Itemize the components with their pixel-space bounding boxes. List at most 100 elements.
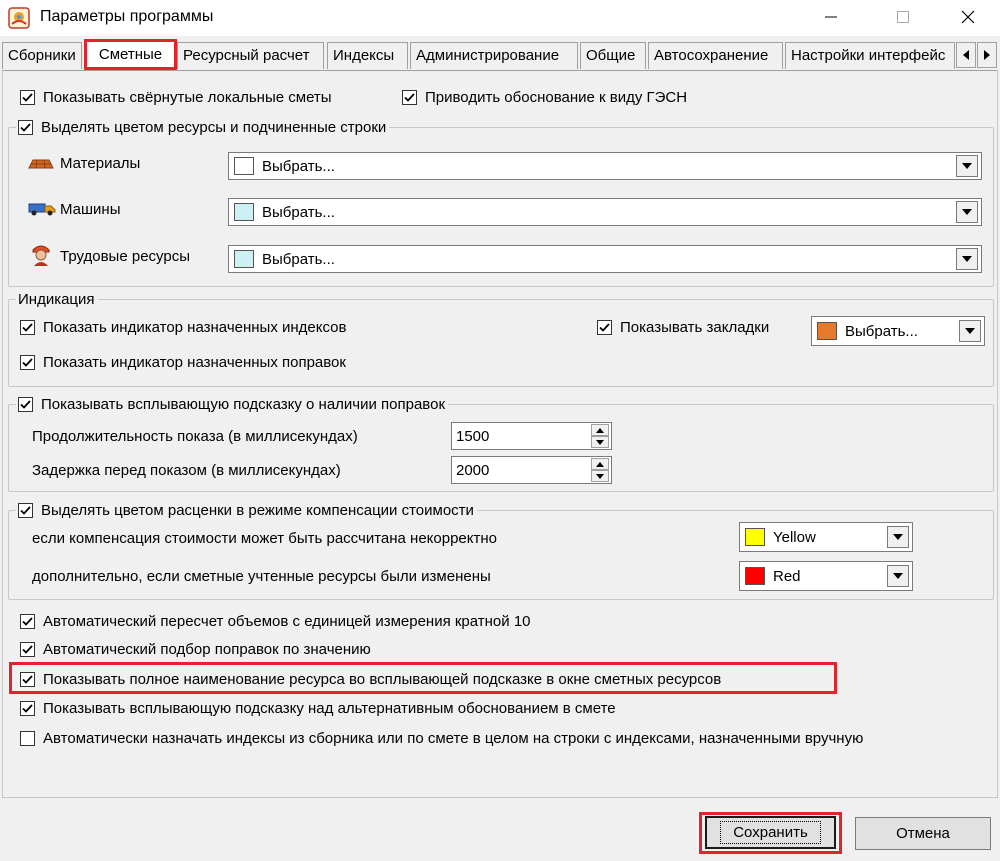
compensation-group-title[interactable]: Выделять цветом расценки в режиме компен… (16, 499, 477, 521)
cancel-button[interactable]: Отмена (855, 817, 991, 850)
tooltip-checkbox[interactable] (18, 396, 33, 412)
auto-corrections-option[interactable]: Автоматический подбор поправок по значен… (20, 638, 371, 660)
close-button[interactable] (945, 0, 991, 34)
changed-dropdown-button[interactable] (887, 565, 909, 587)
changed-combo-value: Red (773, 567, 801, 585)
triangle-left-icon (963, 50, 969, 60)
duration-spin-buttons[interactable] (591, 424, 609, 448)
corrections-indicator-option[interactable]: Показать индикатор назначенных поправок (20, 351, 346, 373)
delay-spinner[interactable]: 2000 (451, 456, 612, 484)
compensation-group-label: Выделять цветом расценки в режиме компен… (41, 501, 474, 519)
bookmarks-dropdown-button[interactable] (959, 320, 981, 342)
show-collapsed-label: Показывать свёрнутые локальные сметы (43, 88, 332, 106)
spin-down-button[interactable] (591, 470, 609, 482)
checkmark-icon (22, 357, 33, 367)
gesn-label: Приводить обоснование к виду ГЭСН (425, 88, 688, 106)
tooltip-group-title[interactable]: Показывать всплывающую подсказку о налич… (16, 393, 449, 415)
incorrect-color-combo[interactable]: Yellow (739, 522, 913, 552)
bookmarks-label: Показывать закладки (620, 318, 770, 336)
chevron-down-icon (962, 209, 972, 215)
auto-corrections-checkbox[interactable] (20, 641, 35, 657)
machines-dropdown-button[interactable] (956, 201, 978, 223)
yellow-swatch (745, 528, 765, 546)
incorrect-dropdown-button[interactable] (887, 526, 909, 548)
indication-group-title: Индикация (16, 288, 98, 310)
truck-icon (28, 200, 56, 220)
alt-tooltip-checkbox[interactable] (20, 700, 35, 716)
indexes-indicator-checkbox[interactable] (20, 319, 35, 335)
tab-estimates[interactable]: Сметные (84, 39, 177, 70)
incorrect-combo-value: Yellow (773, 528, 816, 546)
tab-indexes[interactable]: Индексы (327, 42, 408, 69)
gesn-checkbox[interactable] (402, 89, 417, 105)
delay-spin-buttons[interactable] (591, 458, 609, 482)
bookmarks-color-combo[interactable]: Выбрать... (811, 316, 985, 346)
machines-color-swatch (234, 203, 254, 221)
materials-color-combo[interactable]: Выбрать... (228, 152, 982, 180)
duration-spinner[interactable]: 1500 (451, 422, 612, 450)
corrections-indicator-label: Показать индикатор назначенных поправок (43, 353, 346, 371)
spin-up-button[interactable] (591, 424, 609, 436)
labor-color-combo[interactable]: Выбрать... (228, 245, 982, 273)
save-button[interactable]: Сохранить (705, 816, 836, 849)
tab-collections[interactable]: Сборники (2, 42, 82, 69)
triangle-right-icon (984, 50, 990, 60)
maximize-button[interactable] (880, 0, 926, 34)
auto-assign-indexes-checkbox[interactable] (20, 730, 35, 746)
tab-general[interactable]: Общие (580, 42, 646, 69)
gesn-option[interactable]: Приводить обоснование к виду ГЭСН (402, 86, 687, 108)
materials-combo-value: Выбрать... (262, 157, 335, 175)
indexes-indicator-option[interactable]: Показать индикатор назначенных индексов (20, 316, 346, 338)
spin-down-button[interactable] (591, 436, 609, 448)
resources-group-title[interactable]: Выделять цветом ресурсы и подчиненные ст… (16, 116, 390, 138)
bookmarks-color-swatch (817, 322, 837, 340)
tab-interface-settings[interactable]: Настройки интерфейс (785, 42, 955, 69)
triangle-up-icon (596, 427, 604, 433)
minimize-button[interactable] (808, 0, 854, 34)
materials-color-swatch (234, 157, 254, 175)
show-collapsed-checkbox[interactable] (20, 89, 35, 105)
triangle-down-icon (596, 439, 604, 445)
duration-value[interactable]: 1500 (452, 428, 591, 445)
tab-scroll-left[interactable] (956, 42, 976, 68)
save-button-label: Сохранить (720, 821, 821, 844)
window-title: Параметры программы (40, 8, 214, 25)
full-resource-name-option[interactable]: Показывать полное наименование ресурса в… (20, 668, 721, 690)
auto-assign-indexes-option[interactable]: Автоматически назначать индексы из сборн… (20, 727, 863, 749)
resources-group-label: Выделять цветом ресурсы и подчиненные ст… (41, 118, 387, 136)
checkmark-icon (599, 322, 610, 332)
full-resource-name-checkbox[interactable] (20, 671, 35, 687)
auto-recalc-checkbox[interactable] (20, 613, 35, 629)
tab-resource-calc[interactable]: Ресурсный расчет (177, 42, 324, 69)
materials-dropdown-button[interactable] (956, 155, 978, 177)
labor-color-swatch (234, 250, 254, 268)
show-collapsed-option[interactable]: Показывать свёрнутые локальные сметы (20, 86, 332, 108)
machines-color-combo[interactable]: Выбрать... (228, 198, 982, 226)
corrections-indicator-checkbox[interactable] (20, 354, 35, 370)
compensation-checkbox[interactable] (18, 502, 33, 518)
chevron-down-icon (965, 328, 975, 334)
delay-value[interactable]: 2000 (452, 462, 591, 479)
tab-autosave[interactable]: Автосохранение (648, 42, 783, 69)
tab-administration[interactable]: Администрирование (410, 42, 578, 69)
alt-tooltip-option[interactable]: Показывать всплывающую подсказку над аль… (20, 697, 616, 719)
checkmark-icon (22, 616, 33, 626)
chevron-down-icon (962, 256, 972, 262)
tab-scroll-right[interactable] (977, 42, 997, 68)
bookmarks-checkbox[interactable] (597, 319, 612, 335)
materials-label: Материалы (60, 155, 141, 172)
machines-combo-value: Выбрать... (262, 203, 335, 221)
resources-color-checkbox[interactable] (18, 119, 33, 135)
changed-color-combo[interactable]: Red (739, 561, 913, 591)
spin-up-button[interactable] (591, 458, 609, 470)
checkmark-icon (20, 122, 31, 132)
checkmark-icon (22, 92, 33, 102)
bookmarks-combo-value: Выбрать... (845, 322, 918, 340)
checkmark-icon (22, 674, 33, 684)
auto-recalc-option[interactable]: Автоматический пересчет объемов с единиц… (20, 610, 531, 632)
tooltip-group-label: Показывать всплывающую подсказку о налич… (41, 395, 446, 413)
bookmarks-option[interactable]: Показывать закладки (597, 316, 769, 338)
checkmark-icon (20, 399, 31, 409)
labor-dropdown-button[interactable] (956, 248, 978, 270)
delay-label: Задержка перед показом (в миллисекундах) (32, 462, 341, 479)
